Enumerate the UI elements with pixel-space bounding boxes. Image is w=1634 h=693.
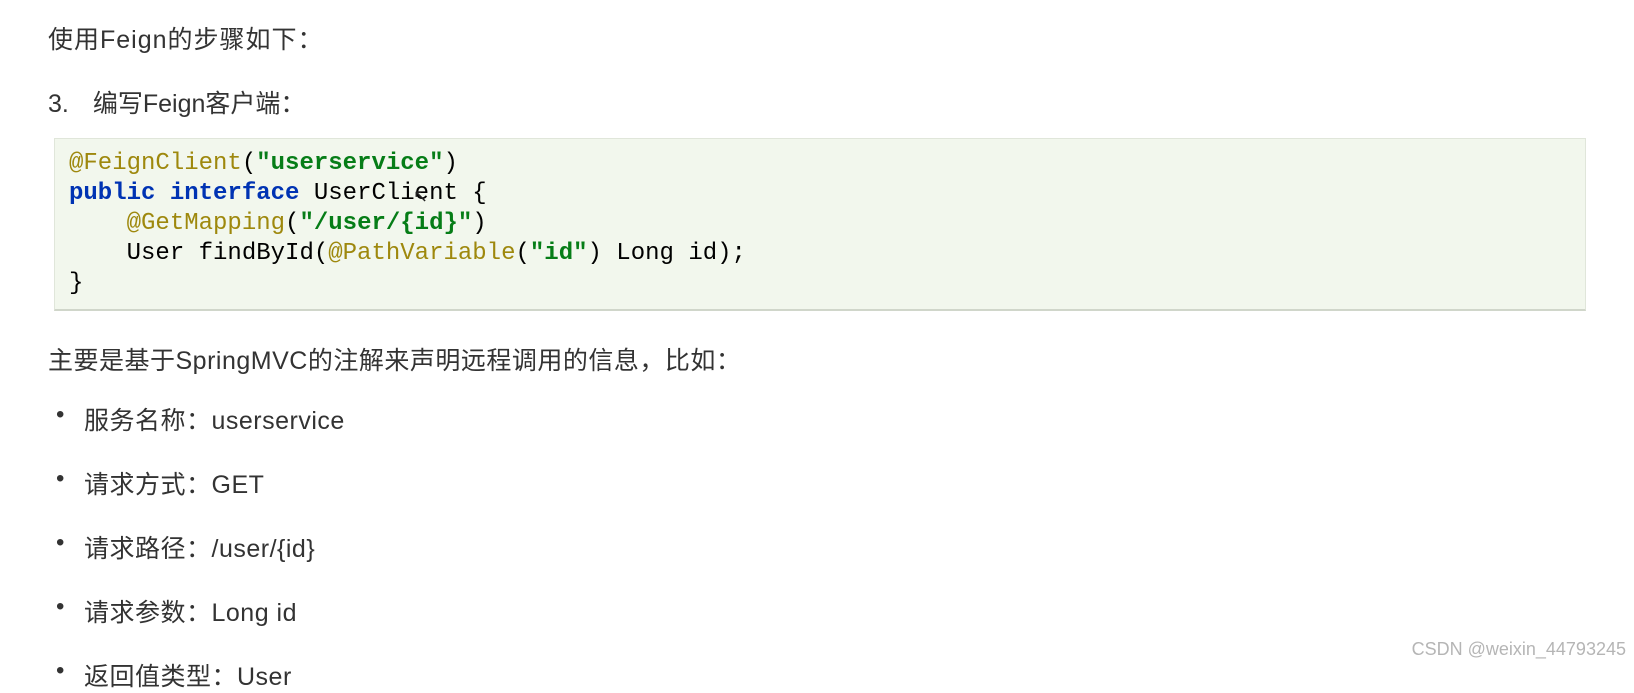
intro-text: 使用Feign的步骤如下： <box>48 20 1586 56</box>
list-item: 请求路径：/user/{id} <box>50 529 1586 565</box>
code-token: @FeignClient <box>69 150 242 177</box>
code-block: @FeignClient("userservice") public inter… <box>54 138 1586 311</box>
code-token: interface <box>170 180 300 207</box>
code-token: public <box>69 180 155 207</box>
code-token <box>69 210 127 237</box>
code-token: ) <box>472 210 486 237</box>
watermark: CSDN @weixin_44793245 <box>1412 639 1626 660</box>
code-token: ( <box>242 150 256 177</box>
info-list: 服务名称：userservice 请求方式：GET 请求路径：/user/{id… <box>48 401 1586 693</box>
code-token: ( <box>515 240 529 267</box>
code-token: "/user/{id}" <box>299 210 472 237</box>
code-token: "id" <box>530 240 588 267</box>
list-item: 服务名称：userservice <box>50 401 1586 437</box>
step-heading: 3. 编写Feign客户端： <box>48 84 1586 120</box>
description-text: 主要是基于SpringMVC的注解来声明远程调用的信息，比如： <box>48 341 1586 377</box>
list-item: 请求方式：GET <box>50 465 1586 501</box>
code-token: ( <box>285 210 299 237</box>
code-token: User findById( <box>69 240 328 267</box>
step-label: 编写Feign客户端： <box>93 84 306 120</box>
code-token <box>155 180 169 207</box>
code-token: } <box>69 270 83 297</box>
step-number: 3. <box>48 90 69 119</box>
code-token: ) Long id); <box>588 240 746 267</box>
list-item: 请求参数：Long id <box>50 593 1586 629</box>
code-token: @GetMapping <box>127 210 285 237</box>
list-item: 返回值类型：User <box>50 657 1586 693</box>
code-token: UserClient { <box>299 180 486 207</box>
code-token: "userservice" <box>256 150 443 177</box>
code-token: ) <box>443 150 457 177</box>
code-token: @PathVariable <box>328 240 515 267</box>
